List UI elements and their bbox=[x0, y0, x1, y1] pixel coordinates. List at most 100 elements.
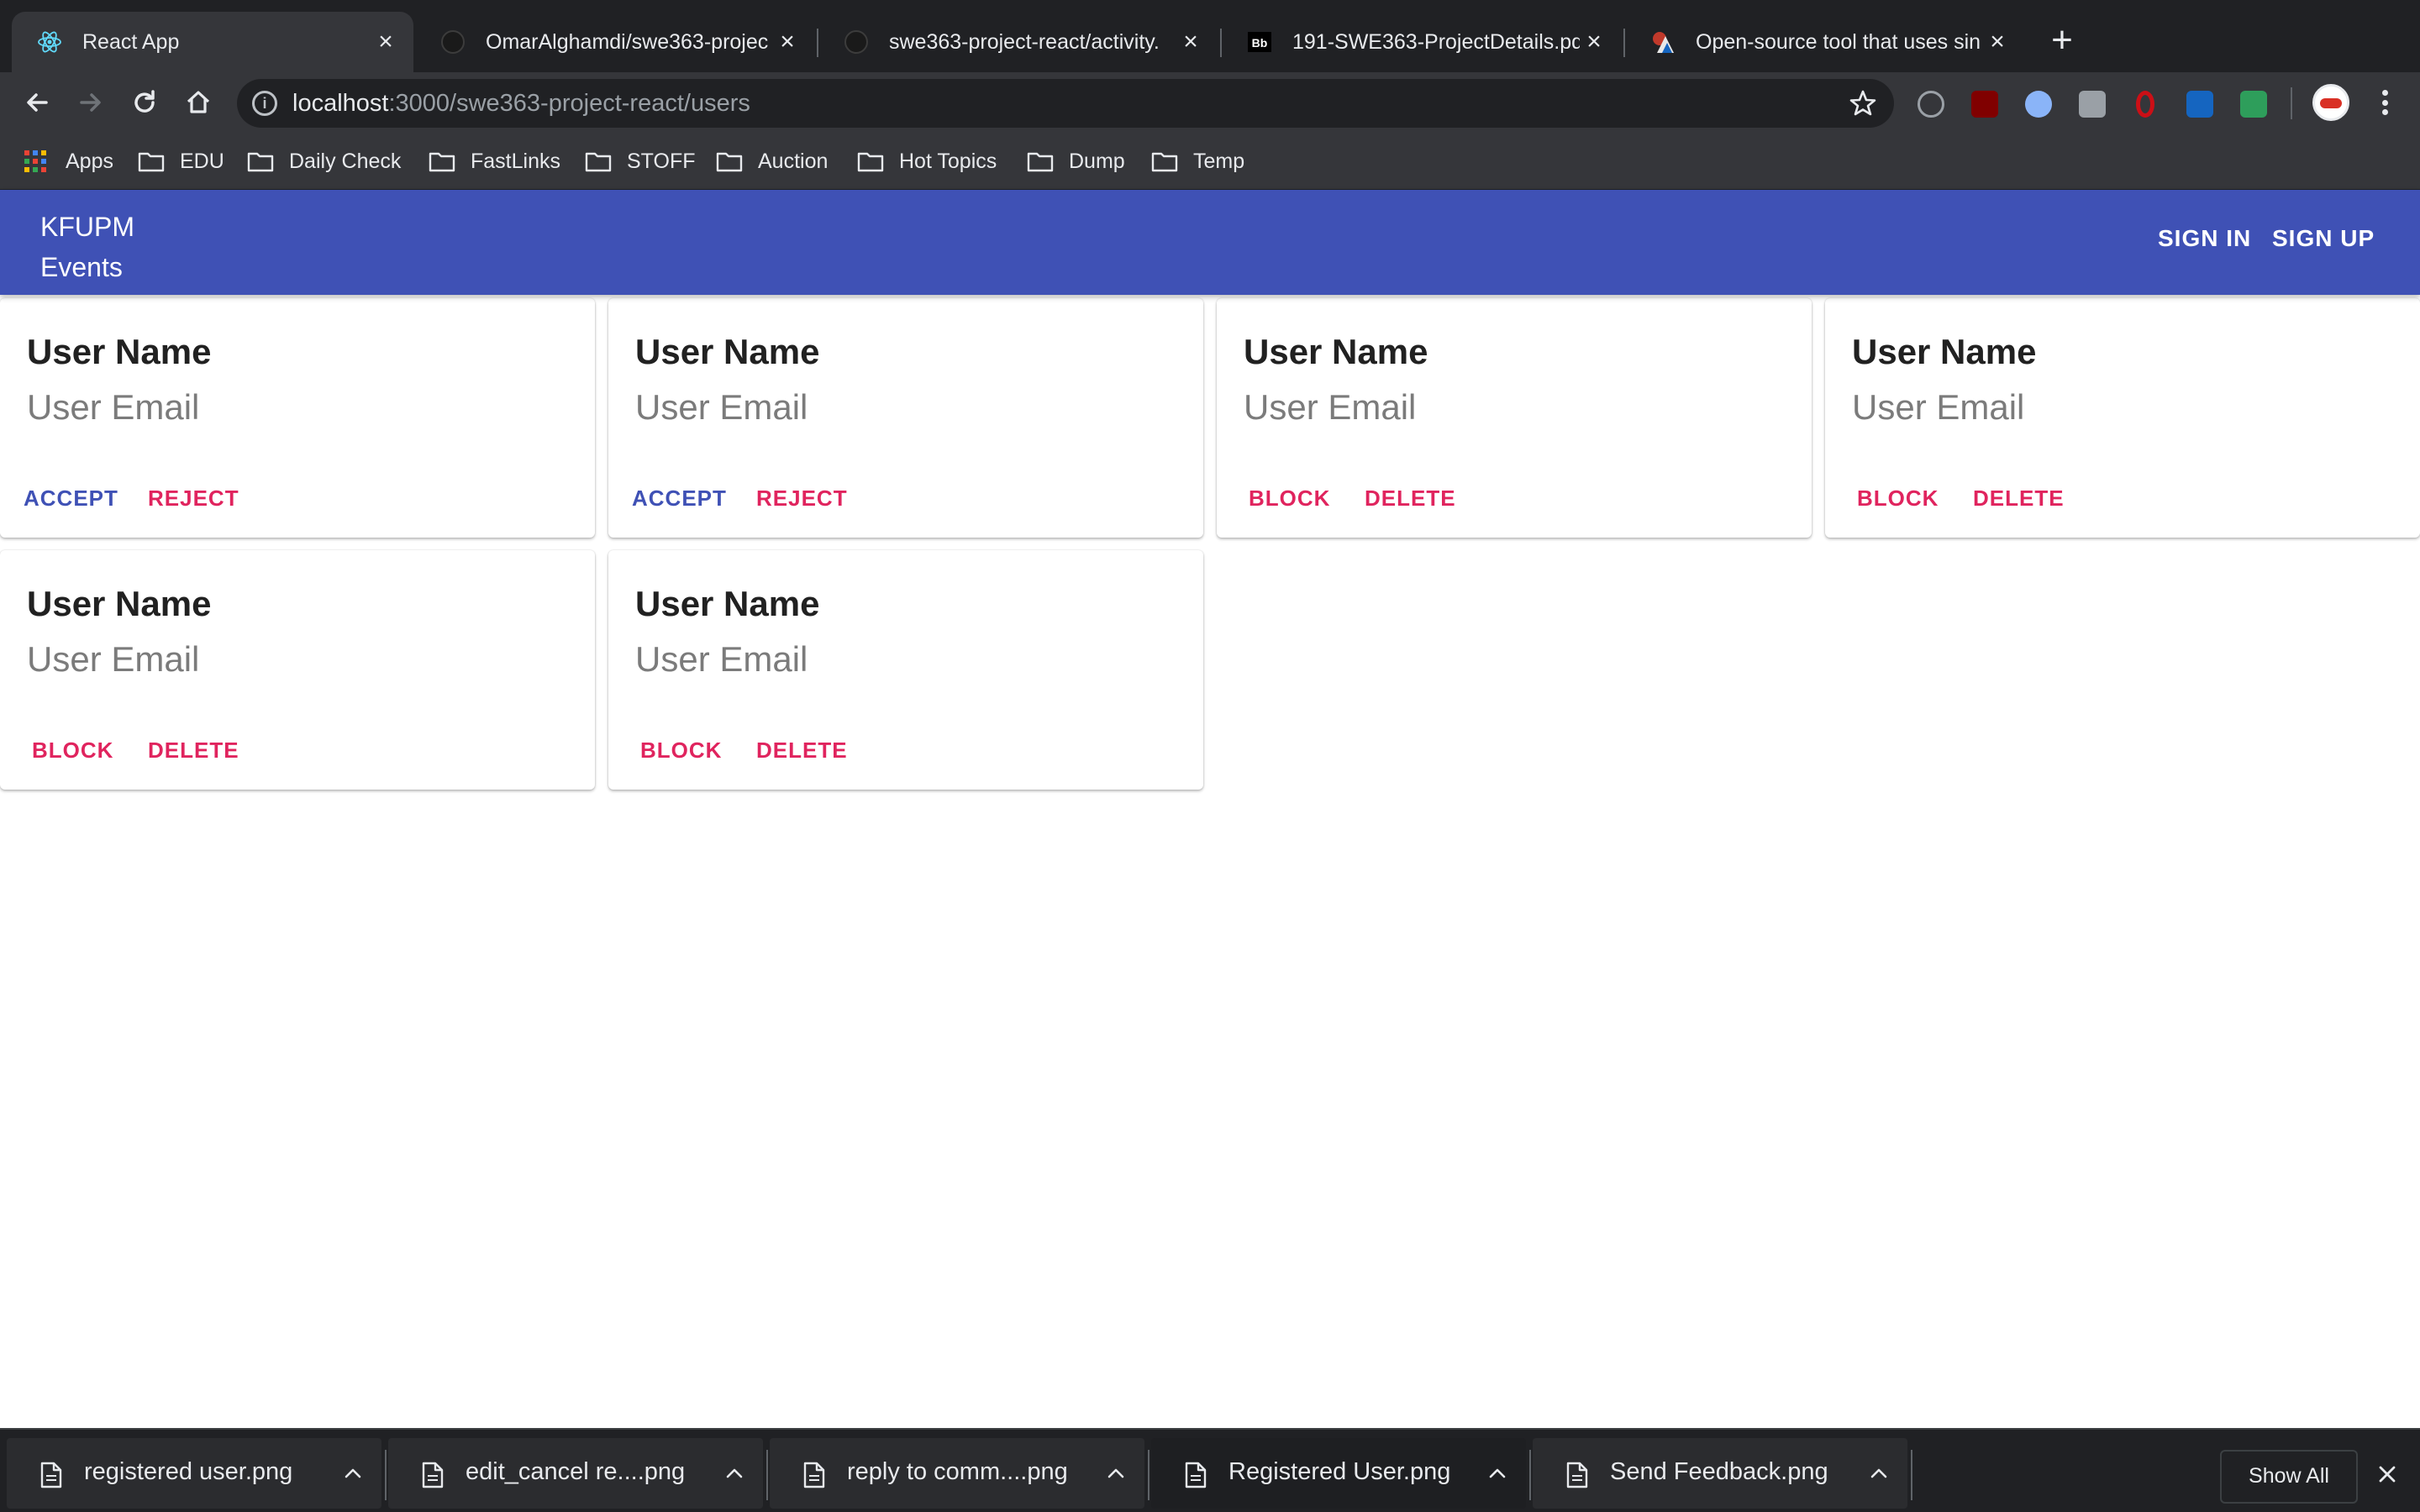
bookmark-label: STOFF bbox=[627, 149, 696, 173]
download-item[interactable]: edit_cancel re....png bbox=[388, 1438, 763, 1509]
download-divider bbox=[1911, 1450, 1912, 1500]
user-card: User Name User Email BLOCK DELETE bbox=[1825, 298, 2420, 538]
opera-extension-icon[interactable] bbox=[2136, 91, 2154, 118]
close-icon[interactable]: × bbox=[371, 28, 400, 56]
tab-title: swe363-project-react/activity. bbox=[889, 29, 1160, 54]
reload-icon[interactable] bbox=[124, 82, 165, 123]
folder-icon bbox=[138, 150, 165, 173]
delete-button[interactable]: DELETE bbox=[756, 738, 848, 764]
chevron-up-icon[interactable] bbox=[721, 1460, 748, 1487]
browser-tab[interactable]: Bb 191-SWE363-ProjectDetails.pd × bbox=[1222, 12, 1622, 72]
bookmark-folder[interactable]: EDU bbox=[138, 143, 224, 180]
browser-tab[interactable]: swe363-project-react/activity. × bbox=[818, 12, 1218, 72]
bookmark-folder[interactable]: STOFF bbox=[585, 143, 695, 180]
bookmark-star-icon[interactable] bbox=[1847, 87, 1879, 119]
user-name: User Name bbox=[635, 332, 820, 371]
bookmark-label: Auction bbox=[758, 149, 829, 173]
app-brand[interactable]: KFUPM Events bbox=[40, 207, 134, 287]
close-icon[interactable] bbox=[2375, 1462, 2400, 1487]
bookmark-folder[interactable]: Daily Check bbox=[247, 143, 401, 180]
download-item[interactable]: reply to comm....png bbox=[770, 1438, 1144, 1509]
mail-extension-icon[interactable] bbox=[2240, 91, 2267, 118]
accept-button[interactable]: ACCEPT bbox=[632, 486, 727, 512]
folder-icon bbox=[429, 150, 455, 173]
delete-button[interactable]: DELETE bbox=[1973, 486, 2065, 512]
block-button[interactable]: BLOCK bbox=[640, 738, 722, 764]
download-item[interactable]: Registered User.png bbox=[1151, 1438, 1526, 1509]
sign-up-button[interactable]: SIGN UP bbox=[2272, 225, 2375, 252]
bookmark-label: Temp bbox=[1193, 149, 1245, 173]
user-name: User Name bbox=[1244, 332, 1428, 371]
chevron-up-icon[interactable] bbox=[1102, 1460, 1129, 1487]
user-email: User Email bbox=[27, 639, 200, 679]
shape-extension-icon[interactable] bbox=[2186, 91, 2213, 118]
chevron-up-icon[interactable] bbox=[339, 1460, 366, 1487]
forward-icon[interactable] bbox=[71, 82, 111, 123]
home-icon[interactable] bbox=[178, 82, 218, 123]
user-email: User Email bbox=[1852, 387, 2025, 427]
user-name: User Name bbox=[27, 332, 212, 371]
bookmark-label: EDU bbox=[180, 149, 224, 173]
download-item[interactable]: Send Feedback.png bbox=[1533, 1438, 1907, 1509]
file-icon bbox=[1185, 1462, 1207, 1488]
user-card: User Name User Email BLOCK DELETE bbox=[0, 550, 595, 790]
accept-button[interactable]: ACCEPT bbox=[24, 486, 118, 512]
folder-icon bbox=[585, 150, 612, 173]
url-text[interactable]: localhost:3000/swe363-project-react/user… bbox=[292, 90, 750, 118]
close-icon[interactable]: × bbox=[1176, 28, 1205, 56]
bookmark-label: Apps bbox=[66, 149, 113, 173]
browser-tab[interactable]: React App × bbox=[12, 12, 413, 72]
chat-extension-icon[interactable] bbox=[2079, 91, 2106, 118]
delete-button[interactable]: DELETE bbox=[1365, 486, 1456, 512]
site-icon bbox=[1650, 29, 1676, 55]
close-icon[interactable]: × bbox=[1580, 28, 1608, 56]
download-shelf: registered user.png edit_cancel re....pn… bbox=[0, 1428, 2420, 1512]
user-email: User Email bbox=[1244, 387, 1417, 427]
chevron-up-icon[interactable] bbox=[1484, 1460, 1511, 1487]
browser-tab-strip: React App × OmarAlghamdi/swe363-projec ×… bbox=[0, 0, 2420, 72]
brand-line-1: KFUPM bbox=[40, 212, 134, 242]
browser-toolbar: i localhost:3000/swe363-project-react/us… bbox=[0, 72, 2420, 133]
profile-avatar[interactable] bbox=[2312, 84, 2349, 121]
sign-in-button[interactable]: SIGN IN bbox=[2158, 225, 2251, 252]
block-button[interactable]: BLOCK bbox=[1857, 486, 1939, 512]
block-button[interactable]: BLOCK bbox=[1249, 486, 1330, 512]
delete-button[interactable]: DELETE bbox=[148, 738, 239, 764]
toolbar-divider bbox=[2291, 87, 2292, 119]
download-item[interactable]: registered user.png bbox=[7, 1438, 381, 1509]
ublock-extension-icon[interactable] bbox=[1971, 91, 1998, 118]
bookmark-folder[interactable]: Temp bbox=[1151, 143, 1244, 180]
bookmark-apps[interactable]: Apps bbox=[24, 143, 113, 180]
app-header: KFUPM Events SIGN IN SIGN UP bbox=[0, 190, 2420, 295]
more-menu-icon[interactable] bbox=[2370, 87, 2400, 118]
bookmark-label: FastLinks bbox=[471, 149, 560, 173]
user-name: User Name bbox=[1852, 332, 2037, 371]
close-icon[interactable]: × bbox=[1983, 28, 2012, 56]
new-tab-icon[interactable]: + bbox=[2044, 22, 2081, 60]
bookmark-folder[interactable]: Dump bbox=[1027, 143, 1125, 180]
download-filename: reply to comm....png bbox=[847, 1458, 1068, 1485]
user-name: User Name bbox=[27, 584, 212, 623]
chevron-up-icon[interactable] bbox=[1865, 1460, 1892, 1487]
address-bar[interactable]: i localhost:3000/swe363-project-react/us… bbox=[237, 79, 1894, 128]
browser-tab[interactable]: Open-source tool that uses sin × bbox=[1625, 12, 2025, 72]
reject-button[interactable]: REJECT bbox=[148, 486, 239, 512]
download-divider bbox=[1148, 1450, 1150, 1500]
reject-button[interactable]: REJECT bbox=[756, 486, 848, 512]
show-all-button[interactable]: Show All bbox=[2220, 1450, 2358, 1504]
bookmark-folder[interactable]: Hot Topics bbox=[857, 143, 997, 180]
info-icon[interactable]: i bbox=[252, 91, 277, 116]
file-icon bbox=[422, 1462, 444, 1488]
block-button[interactable]: BLOCK bbox=[32, 738, 113, 764]
user-card: User Name User Email BLOCK DELETE bbox=[1217, 298, 1812, 538]
download-divider bbox=[1529, 1450, 1531, 1500]
history-extension-icon[interactable] bbox=[1918, 91, 1944, 118]
apps-grid-icon bbox=[24, 150, 50, 173]
folder-icon bbox=[1151, 150, 1178, 173]
bookmark-folder[interactable]: FastLinks bbox=[429, 143, 560, 180]
back-icon[interactable] bbox=[17, 82, 57, 123]
browser-tab[interactable]: OmarAlghamdi/swe363-projec × bbox=[415, 12, 815, 72]
glasses-extension-icon[interactable] bbox=[2025, 91, 2052, 118]
close-icon[interactable]: × bbox=[773, 28, 802, 56]
bookmark-folder[interactable]: Auction bbox=[716, 143, 828, 180]
